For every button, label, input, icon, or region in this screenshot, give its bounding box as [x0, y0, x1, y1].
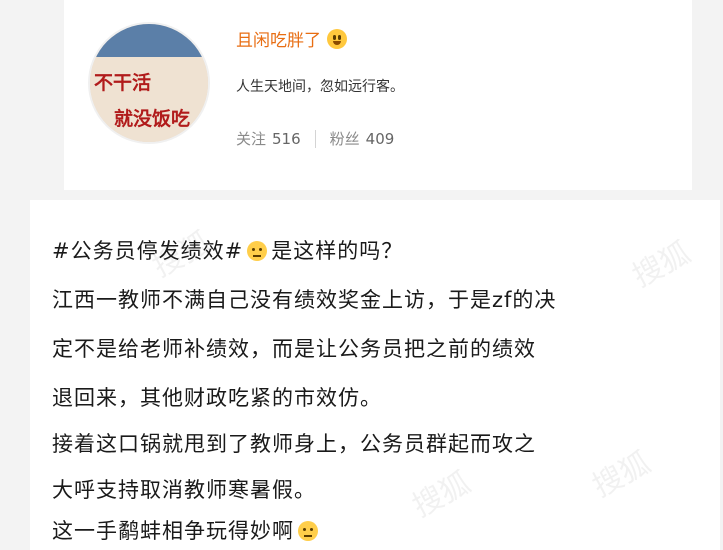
followers-count: 409 — [365, 130, 395, 148]
profile-card: 不干活 就没饭吃 且闲吃胖了 人生天地间，忽如远行客。 关注 516 粉丝 409 — [64, 0, 692, 190]
post-line-6: 大呼支持取消教师寒暑假。 — [52, 478, 316, 502]
post-line-3: 定不是给老师补绩效，而是让公务员把之前的绩效 — [52, 337, 536, 361]
followers-stat[interactable]: 粉丝 409 — [330, 128, 395, 149]
watermark: 搜狐 — [626, 235, 697, 295]
username-row: 且闲吃胖了 — [236, 26, 347, 51]
user-stats: 关注 516 粉丝 409 — [236, 128, 394, 149]
avatar-sign-line1: 不干活 — [94, 72, 152, 94]
followers-label: 粉丝 — [329, 130, 360, 148]
watermark: 搜狐 — [406, 465, 477, 525]
post-line-1-text: 是这样的吗？ — [271, 239, 404, 263]
laughing-face-icon — [298, 521, 318, 541]
watermark: 搜狐 — [586, 445, 657, 505]
upside-down-face-icon — [247, 241, 268, 261]
post-line-5: 接着这口锅就甩到了教师身上，公务员群起而攻之 — [52, 432, 536, 456]
post-body: 搜狐 搜狐 搜狐 搜狐 #公务员停发绩效# 是这样的吗？ 江西一教师不满自己没有绩… — [30, 200, 720, 550]
user-bio: 人生天地间，忽如远行客。 — [236, 79, 404, 95]
face-emoji-icon — [327, 28, 347, 49]
post-line-4: 退回来，其他财政吃紧的市效仿。 — [52, 386, 382, 410]
username[interactable]: 且闲吃胖了 — [236, 26, 321, 51]
avatar[interactable]: 不干活 就没饭吃 — [88, 22, 210, 144]
following-stat[interactable]: 关注 516 — [236, 128, 301, 149]
avatar-sky — [90, 24, 208, 58]
post-line-2: 江西一教师不满自己没有绩效奖金上访，于是zf的决 — [52, 288, 557, 312]
following-count: 516 — [272, 130, 301, 148]
post-hashtag[interactable]: #公务员停发绩效# — [52, 239, 243, 263]
post-line-7: 这一手鹬蚌相争玩得妙啊 — [52, 515, 322, 545]
stats-divider — [314, 129, 316, 148]
following-label: 关注 — [236, 130, 267, 148]
avatar-sign-line2: 就没饭吃 — [114, 108, 191, 130]
post-line-1: #公务员停发绩效# 是这样的吗？ — [52, 235, 403, 265]
post-line-7-text: 这一手鹬蚌相争玩得妙啊 — [52, 519, 294, 543]
